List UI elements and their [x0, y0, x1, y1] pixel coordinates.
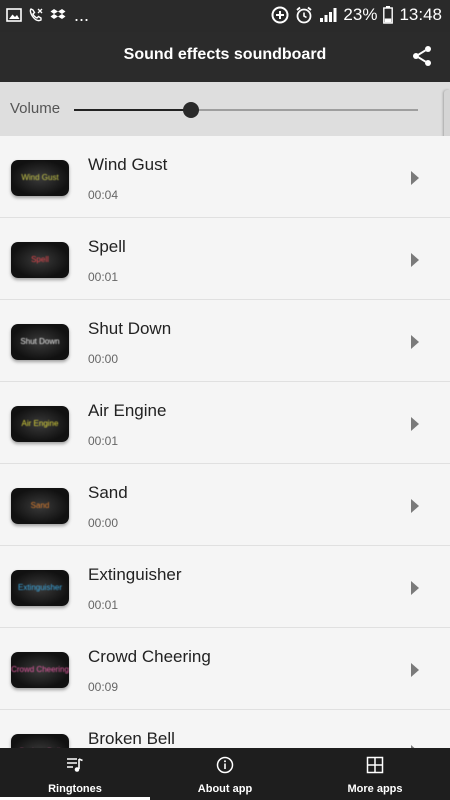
sound-name: Spell: [88, 237, 126, 256]
volume-label: Volume: [10, 100, 61, 117]
sound-name: Sand: [88, 483, 128, 502]
bottom-navigation: Ringtones About app More apps: [0, 748, 450, 800]
sound-thumbnail: Air Engine: [11, 406, 69, 442]
sound-list-item[interactable]: Shut Down Shut Down 00:00: [0, 300, 450, 382]
tab-about-app[interactable]: About app: [150, 748, 300, 800]
tab-ringtones-label: Ringtones: [48, 783, 102, 795]
tab-ringtones[interactable]: Ringtones: [0, 748, 150, 800]
sound-duration: 00:01: [88, 270, 119, 284]
sound-name: Wind Gust: [88, 155, 168, 174]
sound-list-item[interactable]: Air Engine Air Engine 00:01: [0, 382, 450, 464]
sound-thumbnail: Wind Gust: [11, 160, 69, 196]
play-arrow-icon[interactable]: [410, 335, 420, 349]
grid-icon: [366, 756, 384, 774]
tab-more-apps-label: More apps: [347, 783, 403, 795]
app-title: Sound effects soundboard: [123, 46, 327, 63]
dropbox-icon: [50, 9, 66, 19]
clock: 13:48: [399, 5, 442, 24]
play-arrow-icon[interactable]: [410, 171, 420, 185]
sound-thumbnail: Sand: [11, 488, 69, 524]
app-bar: Sound effects soundboard: [0, 32, 450, 82]
sound-name: Air Engine: [88, 401, 167, 420]
battery-percent: 23%: [343, 5, 378, 24]
signal-icon: [320, 8, 337, 22]
tab-more-apps[interactable]: More apps: [300, 748, 450, 800]
sound-list-item[interactable]: Wind Gust Wind Gust 00:04: [0, 136, 450, 218]
sound-thumbnail-text: Air Engine: [21, 419, 59, 428]
tab-about-app-label: About app: [197, 783, 253, 795]
data-saver-icon: [271, 6, 289, 24]
share-icon[interactable]: [410, 44, 434, 68]
play-arrow-icon[interactable]: [410, 663, 420, 677]
volume-slider-fill: [74, 109, 191, 111]
info-icon: [216, 756, 234, 774]
image-icon: [6, 8, 22, 22]
sound-name: Crowd Cheering: [88, 647, 211, 666]
sound-thumbnail-text: Extinguisher: [17, 583, 63, 592]
phone-missed-icon: [29, 8, 43, 22]
system-icons: 23% 13:48: [271, 5, 442, 25]
sound-name: Extinguisher: [88, 565, 182, 584]
alarm-icon: [296, 6, 312, 24]
play-arrow-icon[interactable]: [410, 499, 420, 513]
sound-duration: 00:04: [88, 188, 119, 202]
sound-duration: 00:01: [88, 434, 119, 448]
battery-icon: [383, 6, 394, 24]
volume-slider[interactable]: [74, 102, 418, 118]
sound-thumbnail-text: Spell: [31, 255, 49, 264]
sound-name: Broken Bell: [88, 729, 175, 748]
sound-thumbnail: Crowd Cheering: [11, 652, 69, 688]
sound-list-item[interactable]: Broken Bell Broken Bell: [0, 710, 450, 748]
sound-thumbnail: Broken Bell: [11, 734, 69, 748]
sound-duration: 00:00: [88, 352, 119, 366]
sound-thumbnail-text: Sand: [30, 501, 50, 510]
sound-list-item[interactable]: Crowd Cheering Crowd Cheering 00:09: [0, 628, 450, 710]
play-arrow-icon[interactable]: [410, 253, 420, 267]
playlist-music-icon: [67, 758, 83, 772]
volume-control: Volume: [0, 82, 450, 136]
more-notifications: ...: [74, 5, 90, 25]
sound-thumbnail-text: Wind Gust: [21, 173, 59, 182]
sound-name: Shut Down: [88, 319, 172, 338]
sound-thumbnail: Spell: [11, 242, 69, 278]
sound-list-item[interactable]: Sand Sand 00:00: [0, 464, 450, 546]
sound-duration: 00:09: [88, 680, 119, 694]
sound-list-item[interactable]: Extinguisher Extinguisher 00:01: [0, 546, 450, 628]
sound-duration: 00:00: [88, 516, 119, 530]
sound-thumbnail: Extinguisher: [11, 570, 69, 606]
sound-thumbnail: Shut Down: [11, 324, 69, 360]
sound-duration: 00:01: [88, 598, 119, 612]
status-bar: ... 23% 13:48: [0, 0, 450, 32]
notification-icons: ...: [6, 6, 89, 24]
sound-thumbnail-text: Shut Down: [20, 337, 60, 346]
sound-list: Wind Gust Wind Gust 00:04 Spell Spell 00:01 Sh…: [0, 136, 450, 748]
sound-list-item[interactable]: Spell Spell 00:01: [0, 218, 450, 300]
play-arrow-icon[interactable]: [410, 417, 420, 431]
play-arrow-icon[interactable]: [410, 581, 420, 595]
sound-thumbnail-text: Crowd Cheering: [11, 665, 69, 674]
volume-slider-thumb[interactable]: [182, 102, 199, 118]
